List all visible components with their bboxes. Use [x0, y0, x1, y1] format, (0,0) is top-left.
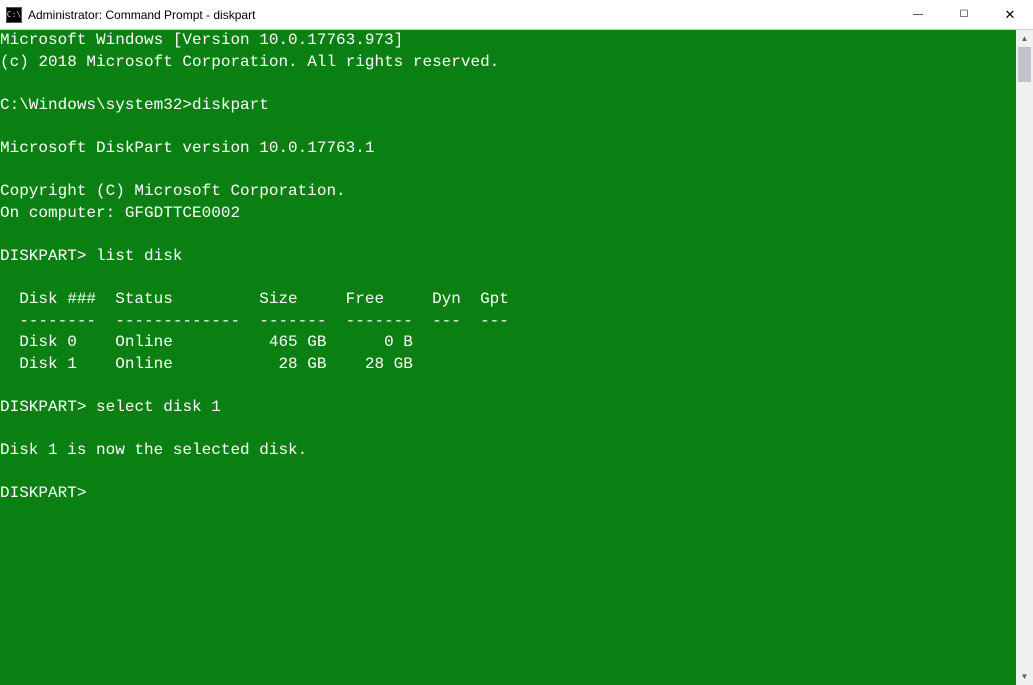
window-title: Administrator: Command Prompt - diskpart	[28, 8, 895, 22]
terminal-output[interactable]: Microsoft Windows [Version 10.0.17763.97…	[0, 30, 1016, 685]
vertical-scrollbar[interactable]: ▲ ▼	[1016, 30, 1033, 685]
diskpart-command: list disk	[96, 247, 182, 265]
disk-table-row: Disk 1 Online 28 GB 28 GB	[0, 355, 490, 373]
diskpart-copyright: Copyright (C) Microsoft Corporation.	[0, 182, 346, 200]
disk-table-header: Disk ### Status Size Free Dyn Gpt	[0, 290, 509, 308]
diskpart-prompt: DISKPART>	[0, 247, 86, 265]
scrollbar-track[interactable]	[1016, 47, 1033, 668]
scroll-up-arrow-icon[interactable]: ▲	[1016, 30, 1033, 47]
scrollbar-thumb[interactable]	[1018, 47, 1031, 82]
cmd-prompt-path: C:\Windows\system32>	[0, 96, 192, 114]
windows-copyright-line: (c) 2018 Microsoft Corporation. All righ…	[0, 53, 499, 71]
scroll-down-arrow-icon[interactable]: ▼	[1016, 668, 1033, 685]
windows-version-line: Microsoft Windows [Version 10.0.17763.97…	[0, 31, 403, 49]
cmd-icon: C:\	[6, 7, 22, 23]
disk-table-separator: -------- ------------- ------- ------- -…	[0, 312, 509, 330]
close-button[interactable]: ✕	[987, 0, 1033, 29]
maximize-button[interactable]: ☐	[941, 0, 987, 29]
minimize-button[interactable]: —	[895, 0, 941, 29]
cmd-command: diskpart	[192, 96, 269, 114]
titlebar[interactable]: C:\ Administrator: Command Prompt - disk…	[0, 0, 1033, 30]
diskpart-result: Disk 1 is now the selected disk.	[0, 441, 307, 459]
window-controls: — ☐ ✕	[895, 0, 1033, 29]
diskpart-command: select disk 1	[96, 398, 221, 416]
diskpart-prompt: DISKPART>	[0, 398, 86, 416]
disk-table-row: Disk 0 Online 465 GB 0 B	[0, 333, 490, 351]
diskpart-prompt: DISKPART>	[0, 484, 86, 502]
diskpart-version: Microsoft DiskPart version 10.0.17763.1	[0, 139, 374, 157]
diskpart-computer: On computer: GFGDTTCE0002	[0, 204, 240, 222]
terminal-container: Microsoft Windows [Version 10.0.17763.97…	[0, 30, 1033, 685]
